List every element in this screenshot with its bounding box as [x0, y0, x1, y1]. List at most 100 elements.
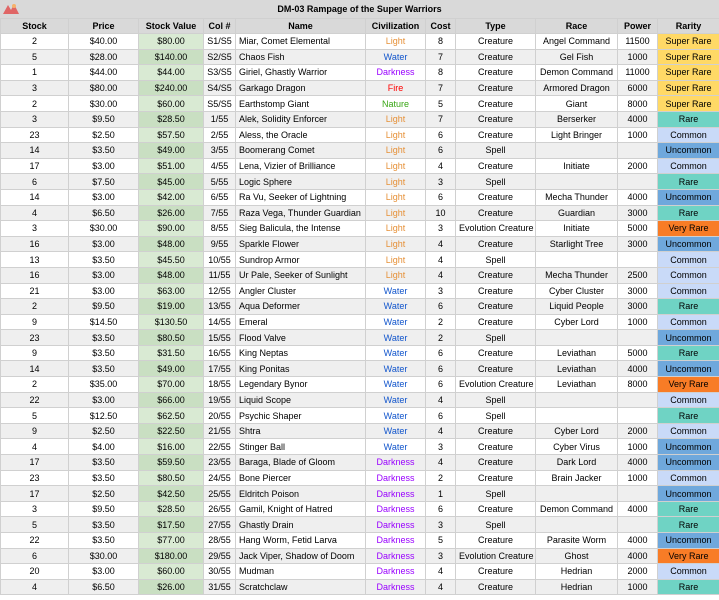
cell-power[interactable] [617, 251, 658, 268]
cell-civilization[interactable]: Darkness [365, 485, 426, 502]
cell-price[interactable]: $6.50 [68, 204, 139, 222]
cell-cost[interactable]: 8 [425, 33, 456, 50]
cell-col-number[interactable]: 20/55 [203, 407, 236, 424]
cell-col-number[interactable]: 18/55 [203, 376, 236, 393]
cell-name[interactable]: Stinger Ball [235, 438, 366, 456]
cell-name[interactable]: Boomerang Comet [235, 142, 366, 159]
cell-price[interactable]: $3.00 [68, 157, 139, 175]
cell-cost[interactable]: 6 [425, 344, 456, 362]
cell-race[interactable]: Ghost [535, 547, 618, 565]
cell-stock[interactable]: 6 [0, 547, 69, 565]
header-price[interactable]: Price [68, 18, 139, 34]
cell-cost[interactable]: 3 [425, 173, 456, 190]
cell-name[interactable]: Sparkle Flower [235, 235, 366, 253]
cell-stock-value[interactable]: $45.50 [138, 251, 204, 268]
table-row[interactable]: 9 $3.50 $31.50 16/55 King Neptas Water 6 Creatu… [0, 344, 719, 362]
cell-rarity[interactable]: Rare [657, 516, 719, 533]
table-row[interactable]: 3 $9.50 $28.50 26/55 Gamil, Knight of Hatred… [0, 500, 719, 518]
cell-price[interactable]: $30.00 [68, 547, 139, 565]
table-row[interactable]: 4 $6.50 $26.00 7/55 Raza Vega, Thunder Guard… [0, 204, 719, 222]
cell-stock-value[interactable]: $31.50 [138, 344, 204, 362]
cell-cost[interactable]: 7 [425, 110, 456, 128]
cell-race[interactable] [535, 407, 618, 424]
header-stock-value[interactable]: Stock Value [138, 18, 204, 34]
cell-col-number[interactable]: 21/55 [203, 422, 236, 440]
cell-race[interactable]: Initiate [535, 220, 618, 237]
cell-type[interactable]: Creature [455, 33, 536, 50]
cell-race[interactable]: Mecha Thunder [535, 266, 618, 284]
cell-type[interactable]: Creature [455, 157, 536, 175]
cell-stock[interactable]: 1 [0, 64, 69, 81]
cell-stock-value[interactable]: $57.50 [138, 126, 204, 144]
cell-col-number[interactable]: 11/55 [203, 266, 236, 284]
cell-stock-value[interactable]: $45.00 [138, 173, 204, 190]
cell-col-number[interactable]: 1/55 [203, 110, 236, 128]
cell-stock[interactable]: 5 [0, 48, 69, 66]
cell-name[interactable]: Bone Piercer [235, 469, 366, 487]
cell-civilization[interactable]: Light [365, 220, 426, 237]
header-power[interactable]: Power [617, 18, 658, 34]
cell-race[interactable]: Cyber Cluster [535, 282, 618, 300]
cell-col-number[interactable]: 28/55 [203, 532, 236, 549]
cell-name[interactable]: Lena, Vizier of Brilliance [235, 157, 366, 175]
table-row[interactable]: 22 $3.00 $66.00 19/55 Liquid Scope Water 4 Spel… [0, 391, 719, 409]
cell-stock[interactable]: 5 [0, 516, 69, 533]
cell-civilization[interactable]: Water [365, 391, 426, 409]
cell-stock[interactable]: 23 [0, 329, 69, 346]
cell-cost[interactable]: 2 [425, 313, 456, 331]
cell-price[interactable]: $4.00 [68, 438, 139, 456]
cell-cost[interactable]: 3 [425, 438, 456, 456]
cell-col-number[interactable]: 19/55 [203, 391, 236, 409]
cell-stock-value[interactable]: $49.00 [138, 142, 204, 159]
cell-cost[interactable]: 3 [425, 547, 456, 565]
cell-power[interactable]: 8000 [617, 95, 658, 112]
cell-stock[interactable]: 3 [0, 220, 69, 237]
cell-civilization[interactable]: Darkness [365, 532, 426, 549]
cell-stock[interactable]: 16 [0, 235, 69, 253]
cell-stock[interactable]: 9 [0, 313, 69, 331]
cell-race[interactable]: Demon Command [535, 500, 618, 518]
cell-stock-value[interactable]: $240.00 [138, 79, 204, 97]
cell-civilization[interactable]: Light [365, 173, 426, 190]
cell-stock-value[interactable]: $140.00 [138, 48, 204, 66]
cell-race[interactable]: Berserker [535, 110, 618, 128]
cell-name[interactable]: Miar, Comet Elemental [235, 33, 366, 50]
table-row[interactable]: 9 $14.50 $130.50 14/55 Emeral Water 2 Creature C… [0, 313, 719, 331]
cell-power[interactable]: 4000 [617, 532, 658, 549]
cell-stock[interactable]: 14 [0, 360, 69, 378]
cell-civilization[interactable]: Water [365, 422, 426, 440]
cell-type[interactable]: Evolution Creature [455, 376, 536, 393]
header-stock[interactable]: Stock [0, 18, 69, 34]
cell-type[interactable]: Creature [455, 578, 536, 596]
table-row[interactable]: 17 $3.00 $51.00 4/55 Lena, Vizier of Brillia… [0, 157, 719, 175]
cell-power[interactable]: 11000 [617, 64, 658, 81]
cell-stock-value[interactable]: $59.50 [138, 454, 204, 471]
cell-civilization[interactable]: Water [365, 48, 426, 66]
cell-name[interactable]: Aless, the Oracle [235, 126, 366, 144]
cell-power[interactable]: 4000 [617, 360, 658, 378]
cell-col-number[interactable]: 15/55 [203, 329, 236, 346]
cell-race[interactable]: Brain Jacker [535, 469, 618, 487]
cell-type[interactable]: Creature [455, 422, 536, 440]
cell-price[interactable]: $3.50 [68, 532, 139, 549]
cell-cost[interactable]: 5 [425, 95, 456, 112]
table-row[interactable]: 21 $3.00 $63.00 12/55 Angler Cluster Water 3 Cr… [0, 282, 719, 300]
cell-power[interactable] [617, 329, 658, 346]
cell-civilization[interactable]: Light [365, 126, 426, 144]
cell-race[interactable] [535, 329, 618, 346]
cell-type[interactable]: Creature [455, 266, 536, 284]
cell-rarity[interactable]: Common [657, 126, 719, 144]
cell-price[interactable]: $3.50 [68, 469, 139, 487]
cell-col-number[interactable]: 14/55 [203, 313, 236, 331]
cell-stock-value[interactable]: $51.00 [138, 157, 204, 175]
cell-rarity[interactable]: Uncommon [657, 142, 719, 159]
cell-stock[interactable]: 14 [0, 142, 69, 159]
cell-power[interactable]: 2000 [617, 157, 658, 175]
cell-col-number[interactable]: 23/55 [203, 454, 236, 471]
cell-price[interactable]: $30.00 [68, 220, 139, 237]
cell-cost[interactable]: 8 [425, 64, 456, 81]
header-race[interactable]: Race [535, 18, 618, 34]
cell-stock[interactable]: 17 [0, 157, 69, 175]
cell-power[interactable]: 5000 [617, 344, 658, 362]
cell-type[interactable]: Creature [455, 298, 536, 315]
